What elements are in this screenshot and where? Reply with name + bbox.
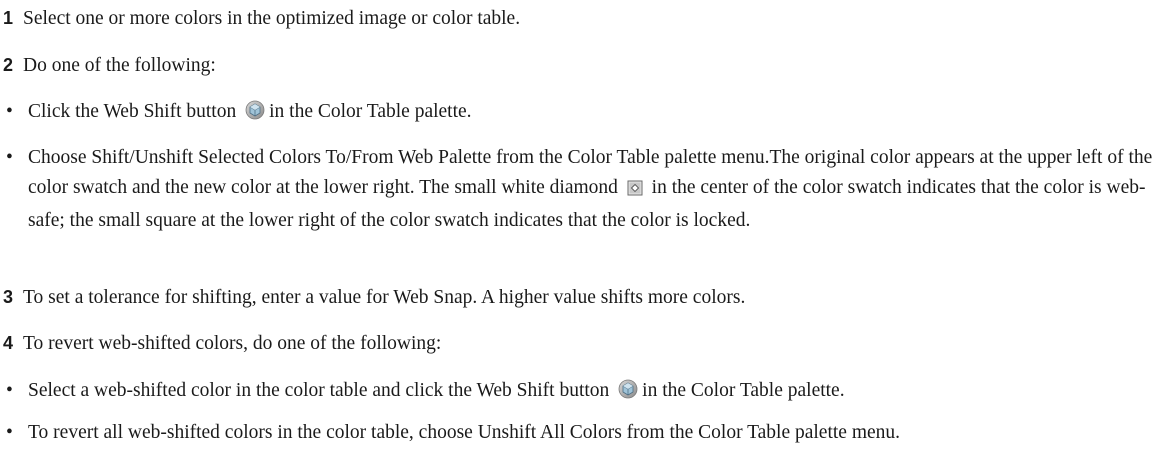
bullet-marker: •: [6, 380, 13, 401]
step-number: 4: [3, 333, 14, 353]
step-text: To revert web-shifted colors, do one of …: [23, 333, 442, 354]
bullet-paragraph: Choose Shift/Unshift Selected Colors To/…: [28, 143, 1162, 236]
step-4: 4 To revert web-shifted colors, do one of…: [0, 327, 1162, 360]
bullet-text: To revert all web-shifted colors in the …: [28, 422, 901, 443]
step-number: 1: [3, 8, 14, 28]
bullet-item: • Choose Shift/Unshift Selected Colors T…: [0, 141, 1162, 273]
step-text: Do one of the following:: [23, 55, 216, 76]
step-3: 3 To set a tolerance for shifting, enter …: [0, 281, 1162, 314]
step-1: 1 Select one or more colors in the optimi…: [0, 2, 1162, 35]
bullet-marker: •: [6, 101, 13, 122]
step-text: Select one or more colors in the optimiz…: [23, 8, 521, 29]
bullet-item: • Select a web-shifted color in the color…: [0, 374, 1162, 410]
step-number: 3: [3, 287, 14, 307]
bullet-text: in the Color Table palette.: [642, 380, 845, 401]
bullet-text: in the Color Table palette.: [269, 101, 472, 122]
bullet-text: Select a web-shifted color in the color …: [28, 380, 610, 401]
step-2: 2 Do one of the following:: [0, 49, 1162, 82]
bullet-marker: •: [6, 147, 13, 168]
web-shift-cube-icon: [618, 377, 638, 410]
bullet-item: • Click the Web Shift button in the Color…: [0, 95, 1162, 131]
bullet-item: • To revert all web-shifted colors in the…: [0, 416, 1162, 449]
web-shift-cube-icon: [245, 98, 265, 131]
step-number: 2: [3, 55, 14, 75]
step-text: To set a tolerance for shifting, enter a…: [23, 287, 746, 308]
bullet-text: Click the Web Shift button: [28, 101, 237, 122]
web-safe-diamond-icon: [627, 176, 643, 206]
document-page: { "steps": [ {"number": "1", "text": "Se…: [0, 0, 1168, 450]
bullet-marker: •: [6, 422, 13, 443]
